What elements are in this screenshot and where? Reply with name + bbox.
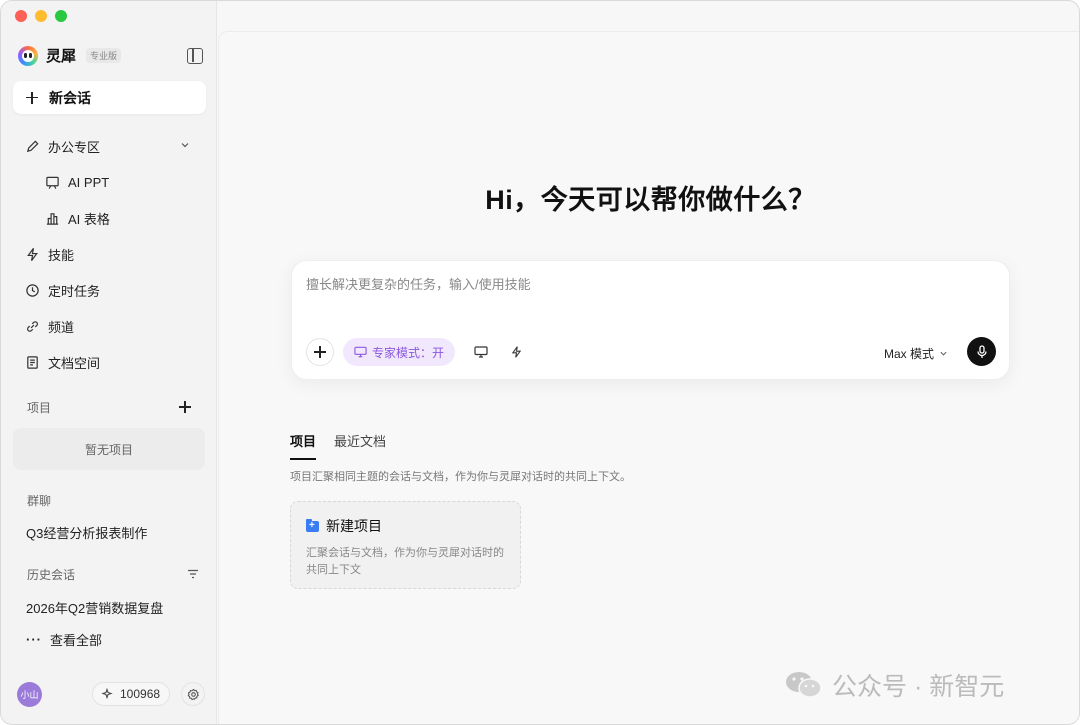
- plus-icon: [26, 91, 38, 104]
- tab-projects[interactable]: 项目: [290, 431, 317, 460]
- sidebar-item-office[interactable]: 办公专区: [25, 136, 100, 156]
- tab-description: 项目汇聚相同主题的会话与文档，作为你与灵犀对话时的共同上下文。: [290, 471, 631, 483]
- projects-section-title: 项目: [27, 401, 52, 415]
- monitor-icon: [474, 346, 488, 358]
- history-section-title: 历史会话: [27, 568, 76, 582]
- group-chat-section-title: 群聊: [27, 494, 52, 508]
- microphone-icon: [976, 344, 987, 358]
- zoom-window-button[interactable]: [55, 10, 67, 22]
- chat-input[interactable]: [306, 277, 996, 292]
- avatar[interactable]: 小山: [17, 682, 42, 707]
- view-all-button[interactable]: ··· 查看全部: [26, 630, 102, 649]
- sidebar-item-scheduled[interactable]: 定时任务: [25, 280, 100, 300]
- app-window: 灵犀 专业版 新会话 办公专区 AI PPT AI 表格 技能 定时任务 频道 …: [0, 0, 1080, 725]
- add-project-icon[interactable]: [179, 401, 191, 413]
- new-project-title-row: + 新建项目: [306, 516, 505, 536]
- monitor-icon: [354, 346, 367, 358]
- group-chat-item[interactable]: Q3经营分析报表制作: [26, 523, 147, 542]
- close-window-button[interactable]: [15, 10, 27, 22]
- bar-chart-icon: [46, 212, 59, 225]
- credits-value: 100968: [120, 687, 161, 701]
- gear-icon: [187, 688, 199, 700]
- sidebar-item-channels[interactable]: 频道: [25, 316, 74, 336]
- expert-mode-label: 专家模式：开: [372, 345, 445, 360]
- sidebar: 灵犀 专业版 新会话 办公专区 AI PPT AI 表格 技能 定时任务 频道 …: [1, 1, 217, 724]
- skills-button[interactable]: [502, 338, 530, 366]
- pencil-icon: [26, 139, 39, 152]
- window-controls: [15, 10, 67, 22]
- voice-input-button[interactable]: [967, 337, 996, 366]
- tab-recent-docs[interactable]: 最近文档: [334, 431, 386, 460]
- new-chat-label: 新会话: [49, 89, 91, 106]
- sparkle-icon: [101, 688, 113, 700]
- sidebar-item-skills[interactable]: 技能: [25, 244, 74, 264]
- chevron-down-icon: [940, 351, 947, 356]
- document-icon: [27, 355, 38, 369]
- folder-plus-icon: +: [306, 518, 319, 532]
- sidebar-item-label: 定时任务: [48, 283, 101, 299]
- history-item[interactable]: 2026年Q2营销数据复盘: [26, 598, 163, 617]
- link-icon: [27, 320, 38, 332]
- filter-icon[interactable]: [187, 569, 199, 579]
- minimize-window-button[interactable]: [35, 10, 47, 22]
- app-logo-icon: [18, 45, 38, 66]
- sidebar-item-label: 办公专区: [48, 139, 101, 155]
- chevron-down-icon[interactable]: [180, 140, 190, 150]
- more-dots-icon: ···: [26, 632, 42, 647]
- new-chat-button[interactable]: 新会话: [13, 81, 206, 114]
- lightning-icon: [27, 247, 38, 261]
- presentation-icon: [46, 176, 59, 189]
- watermark: 公众号 · 新智元: [784, 667, 1004, 703]
- lightning-icon: [511, 346, 521, 358]
- sidebar-item-label: 频道: [48, 319, 75, 335]
- content-tabs: 项目 最近文档: [290, 431, 386, 460]
- clock-icon: [26, 283, 39, 297]
- brand-name: 灵犀: [46, 48, 77, 65]
- wechat-icon: [786, 672, 822, 698]
- sidebar-toggle-icon[interactable]: [187, 48, 203, 64]
- watermark-text: 公众号 · 新智元: [832, 673, 1005, 701]
- view-all-label: 查看全部: [50, 633, 103, 648]
- model-label: Max 模式: [884, 347, 935, 361]
- add-attachment-button[interactable]: [306, 338, 334, 366]
- sidebar-item-docs[interactable]: 文档空间: [25, 352, 100, 372]
- sidebar-item-label: 文档空间: [48, 355, 101, 371]
- page-title: Hi，今天可以帮你做什么？: [485, 185, 816, 215]
- model-select[interactable]: Max 模式: [884, 345, 948, 362]
- plan-badge: 专业版: [86, 48, 122, 63]
- plus-icon: [314, 346, 326, 358]
- user-bar: 小山: [17, 682, 42, 707]
- new-project-card[interactable]: + 新建项目 汇聚会话与文档，作为你与灵犀对话时的共同上下文: [290, 501, 521, 589]
- main-panel: Hi，今天可以帮你做什么？ 专家模式：开 Max 模式: [218, 31, 1079, 724]
- sidebar-item-ai-table[interactable]: AI 表格: [45, 208, 110, 228]
- new-project-title: 新建项目: [326, 518, 382, 534]
- projects-empty-state: 暂无项目: [13, 428, 205, 470]
- sidebar-item-label: 技能: [48, 247, 75, 263]
- new-project-description: 汇聚会话与文档，作为你与灵犀对话时的共同上下文: [306, 547, 504, 576]
- sidebar-item-ai-ppt[interactable]: AI PPT: [45, 172, 109, 192]
- expert-mode-toggle[interactable]: 专家模式：开: [343, 338, 456, 366]
- settings-button[interactable]: [181, 682, 205, 706]
- chat-composer: 专家模式：开 Max 模式: [291, 260, 1010, 380]
- sidebar-item-label: AI PPT: [68, 174, 110, 190]
- screen-button[interactable]: [467, 338, 495, 366]
- brand: 灵犀 专业版: [18, 45, 122, 66]
- sidebar-item-label: AI 表格: [68, 211, 110, 227]
- credits-badge[interactable]: 100968: [92, 682, 171, 706]
